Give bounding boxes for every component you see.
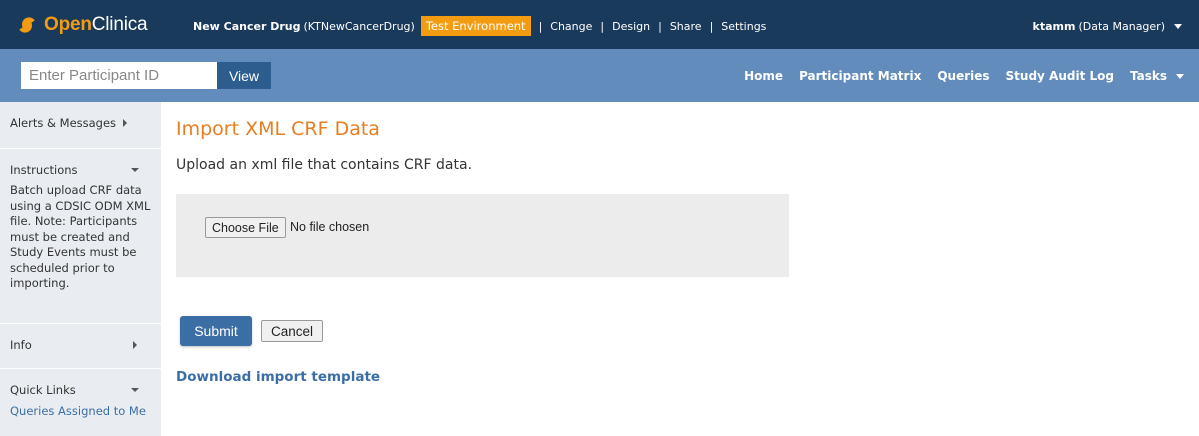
nav-tasks[interactable]: Tasks xyxy=(1130,69,1184,83)
page-title: Import XML CRF Data xyxy=(176,118,380,140)
quick-links-label: Quick Links xyxy=(10,383,76,397)
alerts-messages-label: Alerts & Messages xyxy=(10,116,117,130)
logo-icon xyxy=(18,14,36,36)
instructions-toggle[interactable]: Instructions xyxy=(10,162,151,178)
participant-id-input[interactable] xyxy=(21,62,217,89)
settings-link[interactable]: Settings xyxy=(721,20,766,33)
main-nav: Home Participant Matrix Queries Study Au… xyxy=(728,66,1184,86)
chevron-down-icon xyxy=(131,388,139,392)
user-name: ktamm xyxy=(1032,19,1076,33)
sidebar: Alerts & Messages Instructions Batch upl… xyxy=(0,102,161,436)
chevron-down-icon xyxy=(131,168,139,172)
nav-participant-matrix[interactable]: Participant Matrix xyxy=(799,69,921,83)
chevron-right-icon xyxy=(133,341,137,349)
chevron-down-icon xyxy=(1174,23,1182,29)
intro-text: Upload an xml file that contains CRF dat… xyxy=(176,157,473,173)
change-study-link[interactable]: Change xyxy=(550,20,592,33)
nav-bar: View Home Participant Matrix Queries Stu… xyxy=(0,49,1199,102)
alerts-messages-toggle[interactable]: Alerts & Messages xyxy=(10,115,151,131)
share-link[interactable]: Share xyxy=(670,20,702,33)
nav-home[interactable]: Home xyxy=(744,69,783,83)
study-id: (KTNewCancerDrug) xyxy=(303,19,415,33)
sidebar-section-info: Info xyxy=(0,324,161,369)
nav-tasks-label: Tasks xyxy=(1129,69,1167,83)
upload-panel: Choose File No file chosen xyxy=(176,194,789,277)
separator: | xyxy=(709,19,714,33)
instructions-text: Batch upload CRF data using a CDSIC ODM … xyxy=(10,183,151,290)
logo-text-open: Open xyxy=(44,14,92,35)
chevron-right-icon xyxy=(123,119,127,127)
file-status: No file chosen xyxy=(290,220,370,234)
instructions-label: Instructions xyxy=(10,163,78,177)
cancel-button[interactable]: Cancel xyxy=(261,320,323,342)
nav-study-audit-log[interactable]: Study Audit Log xyxy=(1006,69,1114,83)
study-name: New Cancer Drug xyxy=(193,19,301,33)
study-info: New Cancer Drug (KTNewCancerDrug) Test E… xyxy=(193,16,766,36)
nav-queries[interactable]: Queries xyxy=(937,69,989,83)
queries-assigned-link[interactable]: Queries Assigned to Me xyxy=(10,404,151,420)
user-menu[interactable]: ktamm (Data Manager) xyxy=(1033,16,1182,36)
separator: | xyxy=(658,19,662,33)
choose-file-button[interactable]: Choose File xyxy=(205,217,286,238)
sidebar-section-quick-links: Quick Links Queries Assigned to Me xyxy=(0,369,161,420)
sidebar-section-alerts: Alerts & Messages xyxy=(0,102,161,149)
submit-button[interactable]: Submit xyxy=(180,316,252,346)
view-button[interactable]: View xyxy=(217,62,271,89)
info-label: Info xyxy=(10,338,32,352)
separator: | xyxy=(600,19,605,33)
environment-badge: Test Environment xyxy=(420,16,531,36)
user-role: (Data Manager) xyxy=(1078,19,1165,33)
top-bar: OpenClinica New Cancer Drug (KTNewCancer… xyxy=(0,0,1199,49)
separator: | xyxy=(538,19,543,33)
chevron-down-icon xyxy=(1176,73,1184,79)
download-template-link[interactable]: Download import template xyxy=(176,369,380,385)
info-toggle[interactable]: Info xyxy=(10,337,151,353)
quick-links-toggle[interactable]: Quick Links xyxy=(10,382,151,398)
sidebar-section-instructions: Instructions Batch upload CRF data using… xyxy=(0,149,161,324)
logo-text-clinica: Clinica xyxy=(91,14,148,35)
openclinica-logo[interactable]: OpenClinica xyxy=(18,14,148,36)
design-link[interactable]: Design xyxy=(612,20,650,33)
